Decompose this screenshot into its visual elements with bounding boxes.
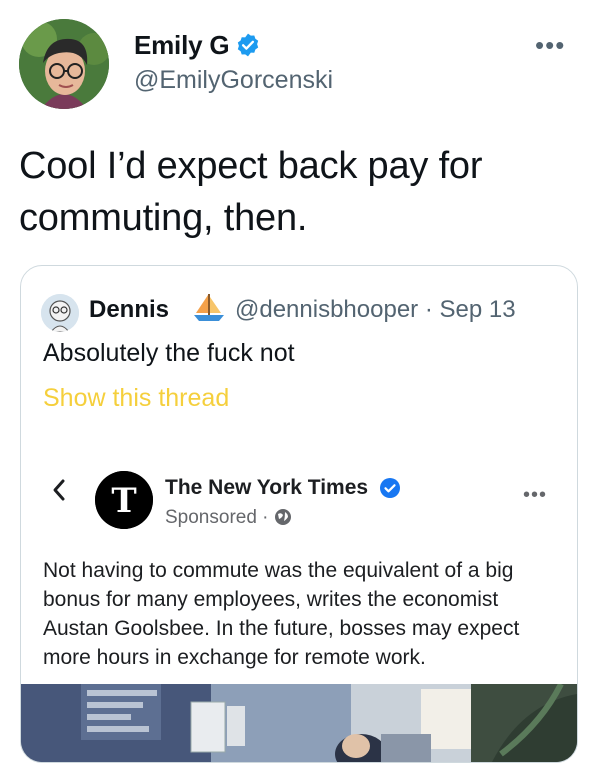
sponsored-label: Sponsored · [165,507,292,532]
quote-text: Absolutely the fuck not [43,339,295,367]
tweet-text: Cool I’d expect back pay for commuting, … [19,145,483,239]
quote-author-handle[interactable]: @dennisbhooper · Sep 13 [235,296,516,324]
sponsored-text: Sponsored · [165,507,269,528]
svg-text:T: T [111,481,136,521]
nyt-logo-icon[interactable]: T [95,471,153,529]
author-name[interactable]: Emily G [134,30,261,65]
advertiser-name-text: The New York Times [165,476,369,499]
show-thread-link[interactable]: Show this thread [43,384,229,413]
author-handle[interactable]: @EmilyGorcenski [134,66,333,95]
author-name-text: Emily G [134,30,230,60]
avatar[interactable] [19,19,109,109]
chevron-left-icon[interactable] [51,478,67,507]
quote-author-name[interactable]: Dennis [89,296,169,324]
ad-body-text: Not having to commute was the equivalent… [43,559,520,669]
quote-avatar[interactable] [41,294,79,332]
sailboat-icon [192,293,226,328]
quoted-tweet-card[interactable]: Dennis @dennisbhooper · Sep 13 Absolutel… [20,265,578,763]
verified-badge-icon [379,478,400,504]
ad-illustration-image[interactable] [21,682,577,762]
verified-badge-icon [235,32,261,65]
ad-more-options-icon[interactable]: ••• [523,484,547,507]
more-options-icon[interactable]: ••• [535,30,565,61]
globe-icon [274,508,292,532]
advertiser-name[interactable]: The New York Times [165,476,400,504]
